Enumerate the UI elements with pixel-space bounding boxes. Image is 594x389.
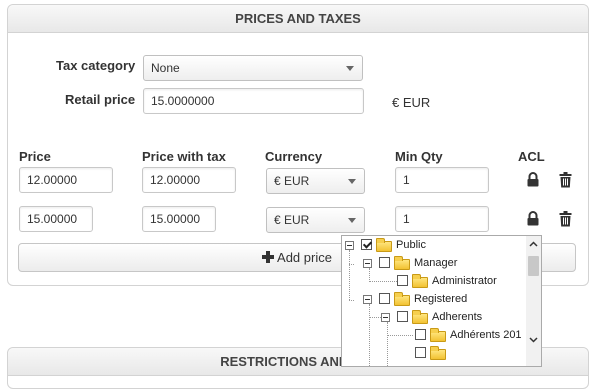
- tree-node-label: Adhérents 201: [450, 329, 522, 341]
- folder-icon: [394, 256, 410, 270]
- checkbox[interactable]: [397, 311, 408, 322]
- folder-icon: [394, 292, 410, 306]
- column-header-price-with-tax: Price with tax: [142, 149, 226, 164]
- plus-icon: [262, 251, 275, 263]
- checkbox[interactable]: [361, 239, 372, 250]
- chevron-down-icon: [346, 66, 354, 71]
- chevron-up-icon[interactable]: [529, 241, 538, 247]
- tree-node-label: Adherents: [432, 311, 483, 323]
- tree-node-label: Administrator: [432, 275, 497, 287]
- collapse-toggle[interactable]: [363, 259, 372, 268]
- price-input[interactable]: 12.00000: [19, 167, 113, 193]
- checkbox[interactable]: [379, 293, 390, 304]
- column-header-acl: ACL: [518, 149, 545, 164]
- collapse-toggle[interactable]: [363, 295, 372, 304]
- tree-scrollbar[interactable]: [526, 236, 541, 366]
- column-header-currency: Currency: [265, 149, 323, 164]
- folder-icon: [430, 328, 446, 342]
- column-header-price: Price: [19, 149, 51, 164]
- collapse-toggle[interactable]: [345, 241, 354, 250]
- folder-icon: [412, 310, 428, 324]
- price-input[interactable]: 15.00000: [19, 206, 93, 232]
- retail-price-label: Retail price: [65, 92, 136, 107]
- tax-category-value: None: [151, 61, 180, 75]
- currency-select[interactable]: € EUR: [266, 207, 365, 233]
- folder-icon: [430, 346, 446, 360]
- min-qty-input[interactable]: 1: [395, 206, 489, 232]
- folder-icon: [376, 238, 392, 252]
- lock-icon[interactable]: [526, 211, 540, 226]
- min-qty-input[interactable]: 1: [395, 167, 489, 193]
- panel-title: PRICES AND TAXES: [8, 5, 588, 33]
- column-header-min-qty: Min Qty: [395, 149, 443, 164]
- scrollbar-thumb[interactable]: [528, 256, 539, 276]
- lock-icon[interactable]: [526, 172, 540, 187]
- tree-node-label: Manager: [414, 257, 458, 269]
- chevron-down-icon[interactable]: [529, 337, 538, 343]
- currency-value: € EUR: [274, 213, 310, 227]
- tax-category-select[interactable]: None: [143, 55, 363, 81]
- checkbox[interactable]: [397, 275, 408, 286]
- currency-value: € EUR: [274, 174, 310, 188]
- trash-icon[interactable]: [559, 172, 572, 188]
- trash-icon[interactable]: [559, 211, 572, 227]
- chevron-down-icon: [348, 179, 356, 184]
- chevron-down-icon: [348, 218, 356, 223]
- retail-price-input[interactable]: 15.0000000: [143, 88, 364, 114]
- price-with-tax-input[interactable]: 12.00000: [142, 167, 236, 193]
- checkbox[interactable]: [415, 347, 426, 358]
- acl-tree-popup[interactable]: Public Manager Administrator Registered …: [341, 235, 542, 367]
- folder-icon: [412, 274, 428, 288]
- checkbox[interactable]: [379, 257, 390, 268]
- add-price-label: Add price: [277, 250, 332, 265]
- tax-category-label: Tax category: [56, 58, 136, 73]
- price-with-tax-input[interactable]: 15.00000: [142, 206, 216, 232]
- tree-node-label: Public: [396, 239, 426, 251]
- checkbox[interactable]: [415, 329, 426, 340]
- collapse-toggle[interactable]: [381, 313, 390, 322]
- currency-select[interactable]: € EUR: [266, 168, 365, 194]
- retail-price-currency: € EUR: [392, 95, 431, 110]
- tree-node-label: Registered: [414, 293, 468, 305]
